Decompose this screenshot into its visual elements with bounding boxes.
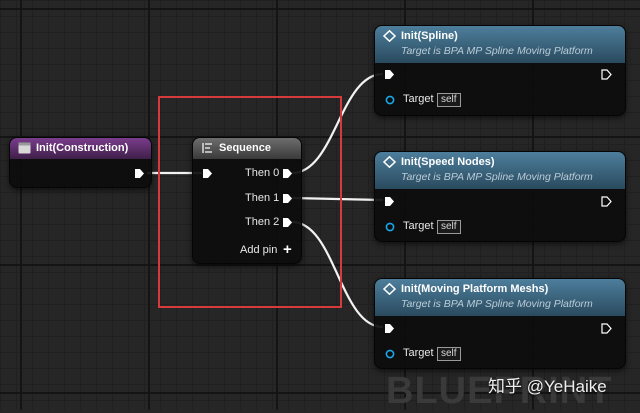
node-title: Init(Moving Platform Meshs) xyxy=(401,283,549,295)
exec-out-pin[interactable] xyxy=(601,69,612,80)
function-icon xyxy=(383,283,396,295)
node-subtitle: Target is BPA MP Spline Moving Platform xyxy=(401,171,593,183)
node-header[interactable]: Init(Spline) Target is BPA MP Spline Mov… xyxy=(375,26,625,63)
node-header[interactable]: Init(Construction) xyxy=(10,138,151,159)
node-subtitle: Target is BPA MP Spline Moving Platform xyxy=(401,298,593,310)
init-construction-node[interactable]: Init(Construction) xyxy=(9,137,152,188)
exec-in-pin[interactable] xyxy=(384,69,395,80)
exec-out-pin[interactable] xyxy=(601,196,612,207)
target-self-value[interactable]: self xyxy=(437,93,461,107)
node-subtitle: Target is BPA MP Spline Moving Platform xyxy=(401,45,593,57)
target-label: Target xyxy=(403,220,434,232)
function-icon xyxy=(383,30,396,42)
highlight-box xyxy=(158,96,342,308)
exec-in-pin[interactable] xyxy=(384,323,395,334)
exec-in-pin[interactable] xyxy=(384,196,395,207)
target-label: Target xyxy=(403,347,434,359)
init-speed-nodes-node[interactable]: Init(Speed Nodes) Target is BPA MP Splin… xyxy=(374,151,626,242)
node-header[interactable]: Init(Speed Nodes) Target is BPA MP Splin… xyxy=(375,152,625,189)
target-pin[interactable] xyxy=(385,95,395,105)
attribution-watermark: 知乎 @YeHaike xyxy=(488,377,607,396)
target-self-value[interactable]: self xyxy=(437,220,461,234)
exec-out-pin[interactable] xyxy=(134,168,145,179)
target-label: Target xyxy=(403,93,434,105)
node-title: Init(Spline) xyxy=(401,30,458,42)
node-header[interactable]: Init(Moving Platform Meshs) Target is BP… xyxy=(375,279,625,316)
init-moving-platform-meshs-node[interactable]: Init(Moving Platform Meshs) Target is BP… xyxy=(374,278,626,369)
init-spline-node[interactable]: Init(Spline) Target is BPA MP Spline Mov… xyxy=(374,25,626,116)
exec-out-pin[interactable] xyxy=(601,323,612,334)
function-icon xyxy=(383,156,396,168)
node-title: Init(Construction) xyxy=(36,142,129,154)
target-self-value[interactable]: self xyxy=(437,347,461,361)
target-pin[interactable] xyxy=(385,222,395,232)
node-title: Init(Speed Nodes) xyxy=(401,156,495,168)
target-pin[interactable] xyxy=(385,349,395,359)
event-icon xyxy=(18,142,31,154)
